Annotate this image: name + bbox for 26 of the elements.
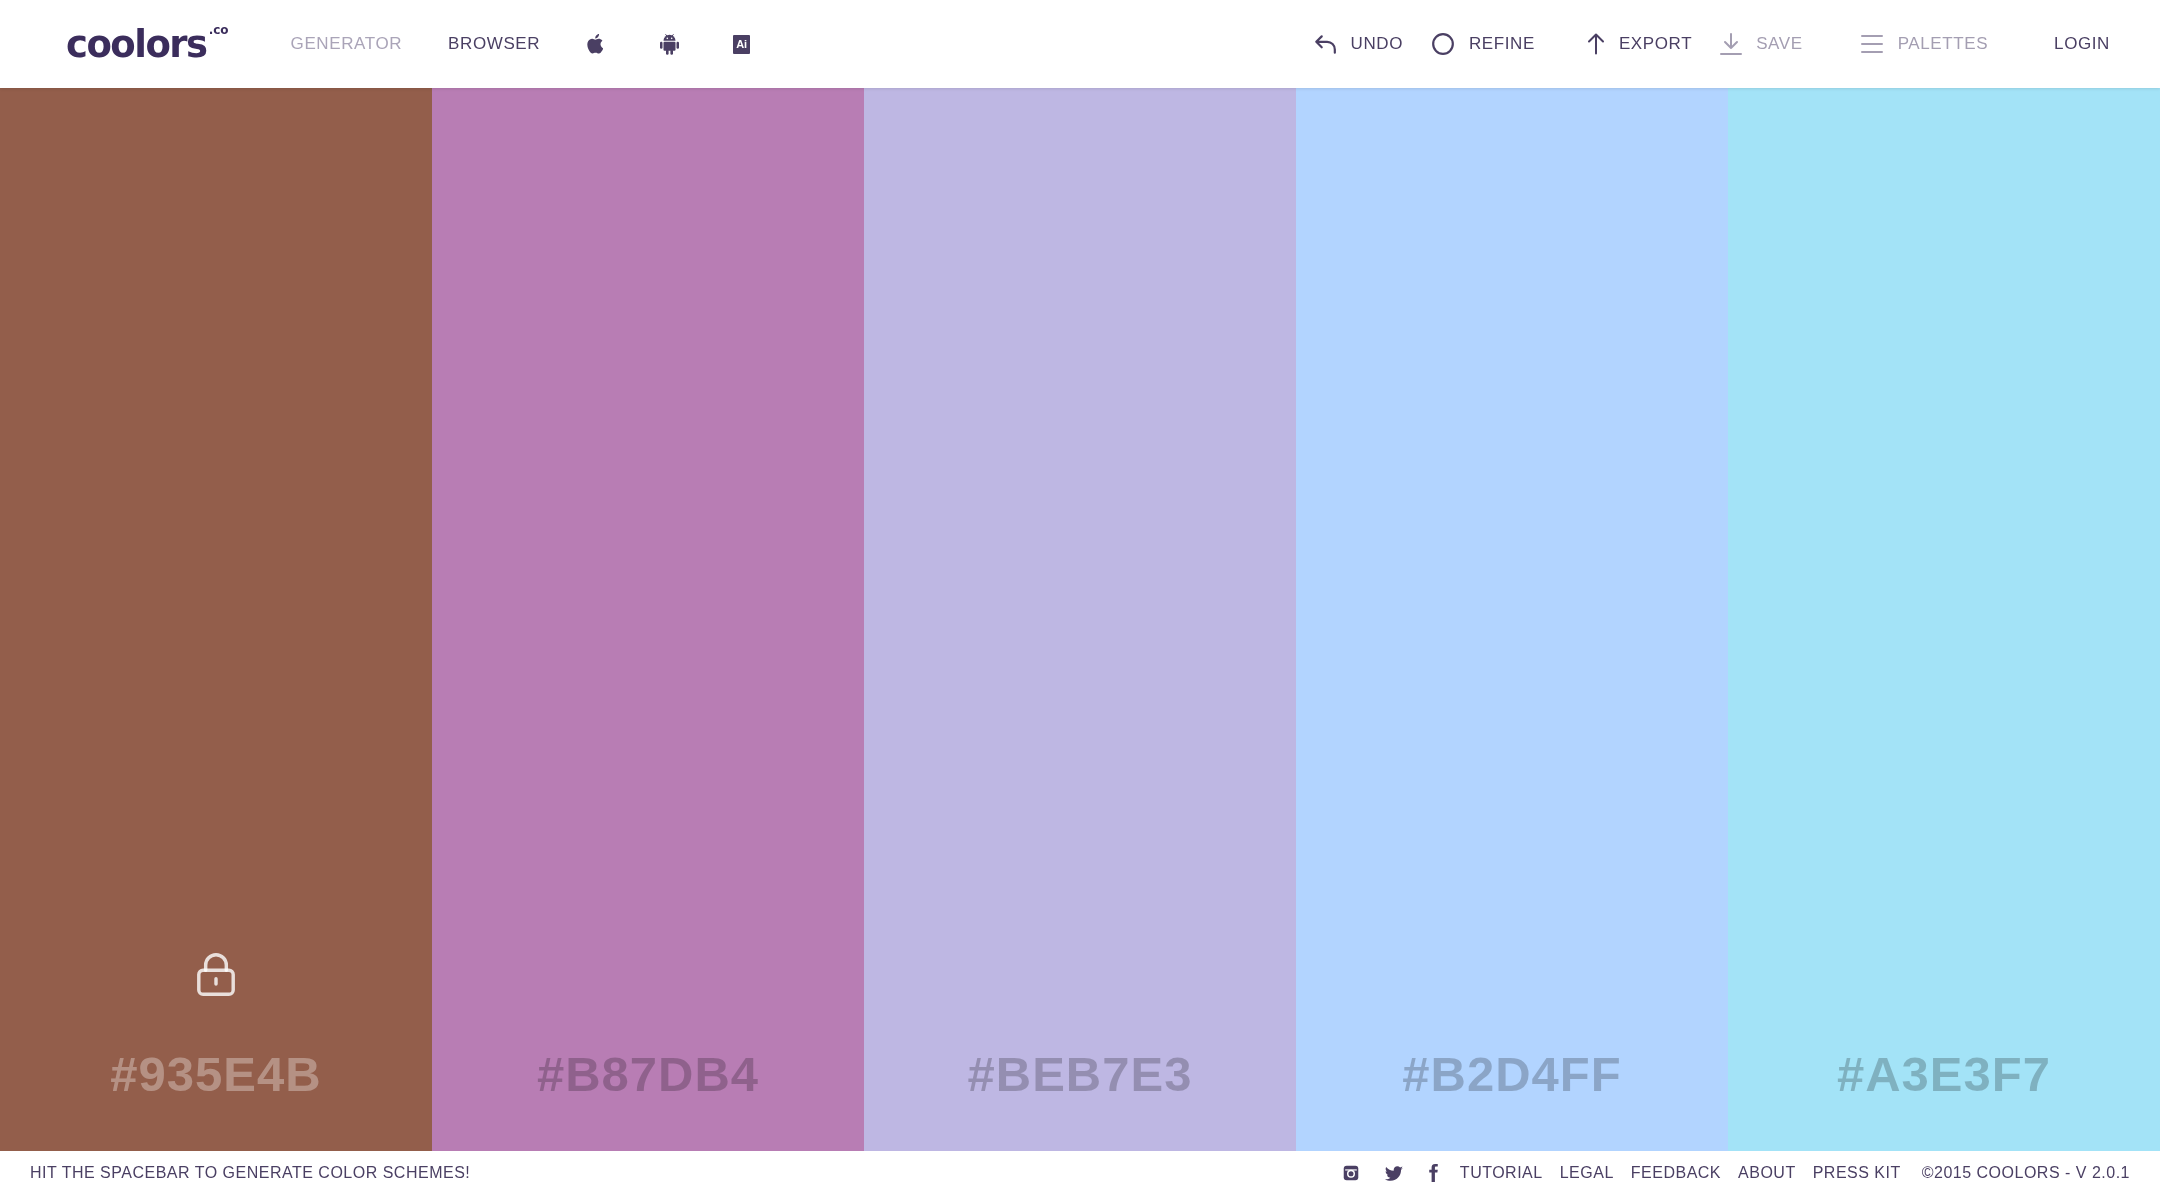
f-logo-icon[interactable] xyxy=(1428,1164,1438,1182)
lock-icon[interactable] xyxy=(197,953,235,996)
undo-icon xyxy=(1312,33,1337,55)
up-arrow-icon xyxy=(1586,32,1605,56)
toolbar-button[interactable]: REFINE xyxy=(1430,31,1535,57)
app-badge-link[interactable]: Ai xyxy=(733,34,751,54)
footer-link[interactable]: ABOUT xyxy=(1738,1161,1796,1185)
toolbar-button[interactable]: UNDO xyxy=(1312,31,1403,57)
footer-link[interactable]: TUTORIAL xyxy=(1459,1161,1543,1185)
camera-icon[interactable] xyxy=(1342,1165,1359,1181)
bird-icon[interactable] xyxy=(1384,1165,1403,1181)
circle-icon xyxy=(1430,32,1455,56)
footer-link[interactable]: FEEDBACK xyxy=(1630,1161,1722,1185)
apple-icon[interactable] xyxy=(586,34,604,54)
android-icon[interactable] xyxy=(660,33,680,55)
footer-link[interactable]: PRESS KIT xyxy=(1812,1161,1901,1185)
nav-link[interactable]: GENERATOR xyxy=(290,31,403,57)
login-link[interactable]: LOGIN xyxy=(2054,31,2110,57)
nav-link[interactable]: BROWSER xyxy=(448,31,541,57)
copyright-text: ©2015 COOLORS - V 2.0.1 xyxy=(1921,1163,2130,1183)
menu-icon xyxy=(1859,34,1884,54)
toolbar-button[interactable]: EXPORT xyxy=(1586,31,1693,57)
footer-link[interactable]: LEGAL xyxy=(1559,1161,1614,1185)
hint-text: HIT THE SPACEBAR TO GENERATE COLOR SCHEMES! xyxy=(30,1163,471,1183)
logo[interactable]: coolors$^{.co}$ xyxy=(66,25,229,63)
download-icon xyxy=(1720,33,1743,55)
